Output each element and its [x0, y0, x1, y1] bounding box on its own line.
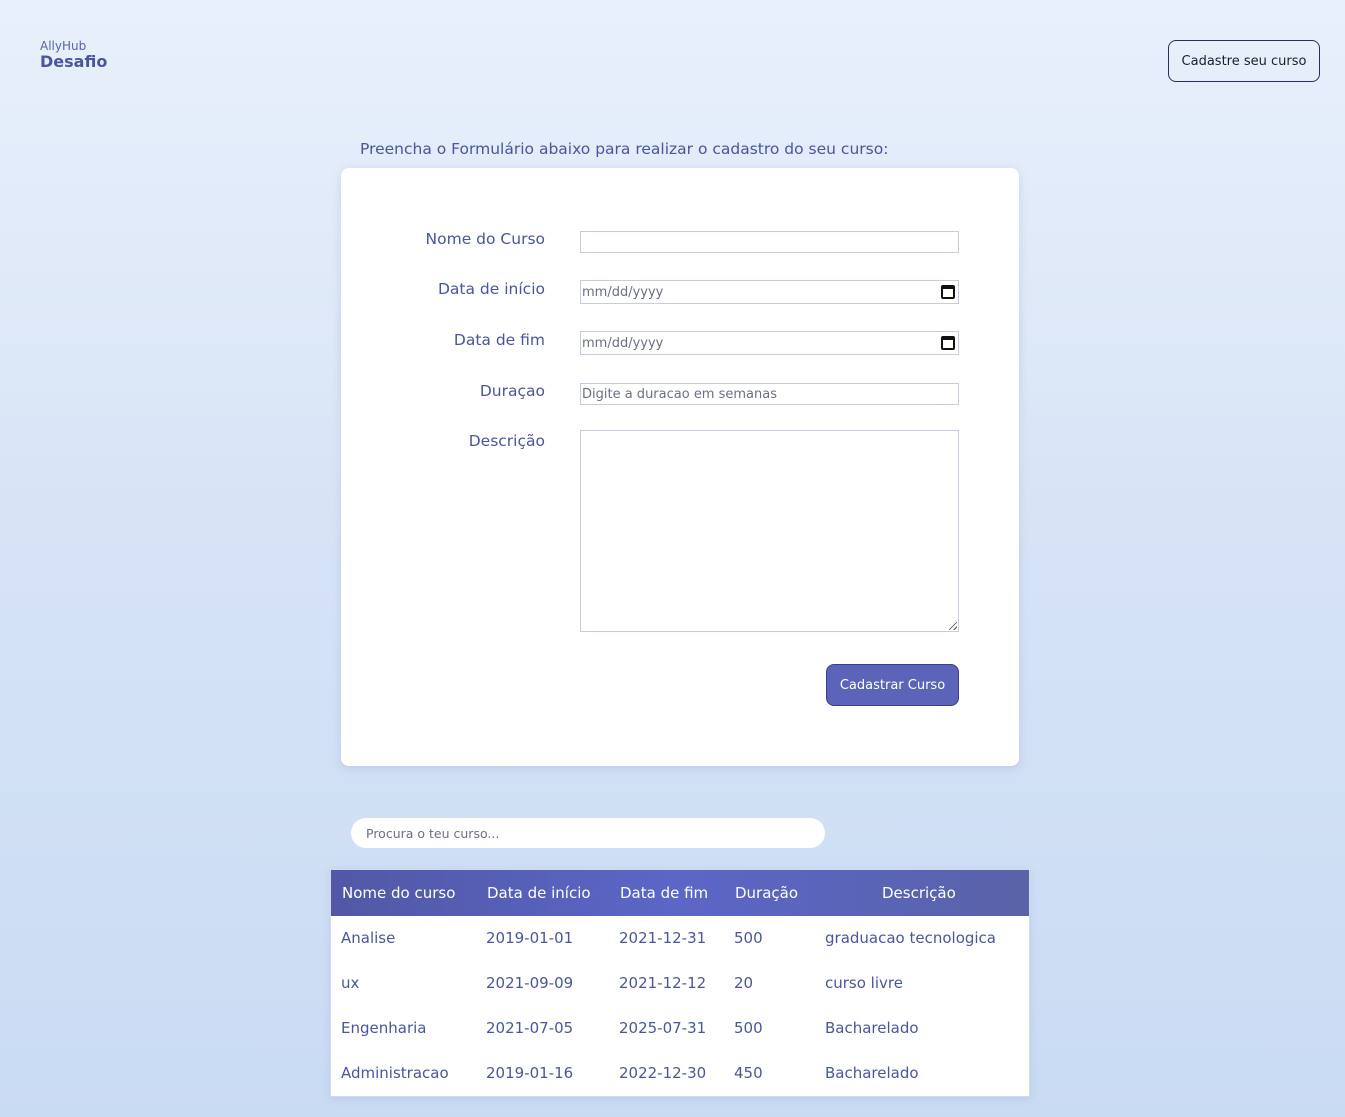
cell-description: graduacao tecnologica — [825, 929, 996, 947]
description-textarea[interactable] — [580, 430, 959, 632]
cell-duration: 450 — [734, 1064, 763, 1082]
table-row[interactable]: Administracao 2019-01-16 2022-12-30 450 … — [331, 1051, 1029, 1096]
duration-input[interactable]: Digite a duracao em semanas — [580, 383, 959, 405]
header-start-date[interactable]: Data de início — [487, 870, 591, 916]
cell-duration: 500 — [734, 1019, 763, 1037]
cell-start-date: 2021-09-09 — [486, 974, 574, 992]
cell-description: Bacharelado — [825, 1064, 919, 1082]
course-name-label: Nome do Curso — [425, 230, 545, 248]
header-description[interactable]: Descrição — [882, 870, 956, 916]
cell-duration: 20 — [734, 974, 754, 992]
start-date-label: Data de início — [438, 280, 545, 298]
start-date-input[interactable]: mm/dd/yyyy — [580, 280, 959, 304]
cell-description: Bacharelado — [825, 1019, 919, 1037]
cell-duration: 500 — [734, 929, 763, 947]
header-end-date[interactable]: Data de fim — [620, 870, 708, 916]
calendar-icon[interactable] — [941, 336, 955, 350]
form-intro-text: Preencha o Formulário abaixo para realiz… — [360, 140, 889, 158]
logo-big-text: Desafio — [40, 52, 108, 71]
cell-course-name: ux — [341, 974, 360, 992]
duration-label: Duraçao — [479, 382, 545, 400]
search-placeholder: Procura o teu curso... — [366, 825, 500, 841]
start-date-value: mm/dd/yyyy — [582, 284, 664, 300]
end-date-value: mm/dd/yyyy — [582, 335, 664, 351]
course-search-input[interactable]: Procura o teu curso... — [351, 818, 825, 848]
resize-handle-icon[interactable] — [949, 622, 957, 630]
course-form-card: Nome do Curso Data de início mm/dd/yyyy … — [341, 168, 1019, 766]
cell-end-date: 2025-07-31 — [619, 1019, 707, 1037]
cell-end-date: 2021-12-12 — [619, 974, 707, 992]
table-row[interactable]: Engenharia 2021-07-05 2025-07-31 500 Bac… — [331, 1006, 1029, 1051]
cell-course-name: Engenharia — [341, 1019, 427, 1037]
description-label: Descrição — [468, 432, 545, 450]
table-row[interactable]: ux 2021-09-09 2021-12-12 20 curso livre — [331, 961, 1029, 1006]
header-duration[interactable]: Duração — [735, 870, 798, 916]
cell-start-date: 2019-01-16 — [486, 1064, 574, 1082]
calendar-icon[interactable] — [941, 285, 955, 299]
cell-description: curso livre — [825, 974, 903, 992]
cell-end-date: 2021-12-31 — [619, 929, 707, 947]
cell-end-date: 2022-12-30 — [619, 1064, 707, 1082]
cell-start-date: 2021-07-05 — [486, 1019, 574, 1037]
register-course-nav-button[interactable]: Cadastre seu curso — [1168, 40, 1320, 82]
cell-course-name: Administracao — [341, 1064, 449, 1082]
submit-course-button[interactable]: Cadastrar Curso — [826, 664, 959, 706]
table-row[interactable]: Analise 2019-01-01 2021-12-31 500 gradua… — [331, 916, 1029, 961]
courses-table: Nome do curso Data de início Data de fim… — [330, 869, 1030, 1097]
header-course-name[interactable]: Nome do curso — [342, 870, 455, 916]
table-header: Nome do curso Data de início Data de fim… — [331, 870, 1029, 916]
cell-start-date: 2019-01-01 — [486, 929, 574, 947]
end-date-label: Data de fim — [453, 331, 545, 349]
course-name-input[interactable] — [580, 231, 959, 253]
duration-placeholder: Digite a duracao em semanas — [582, 386, 777, 402]
cell-course-name: Analise — [341, 929, 396, 947]
logo-small-text: AllyHub — [40, 39, 87, 53]
end-date-input[interactable]: mm/dd/yyyy — [580, 331, 959, 355]
logo: AllyHub Desafio — [40, 40, 107, 70]
